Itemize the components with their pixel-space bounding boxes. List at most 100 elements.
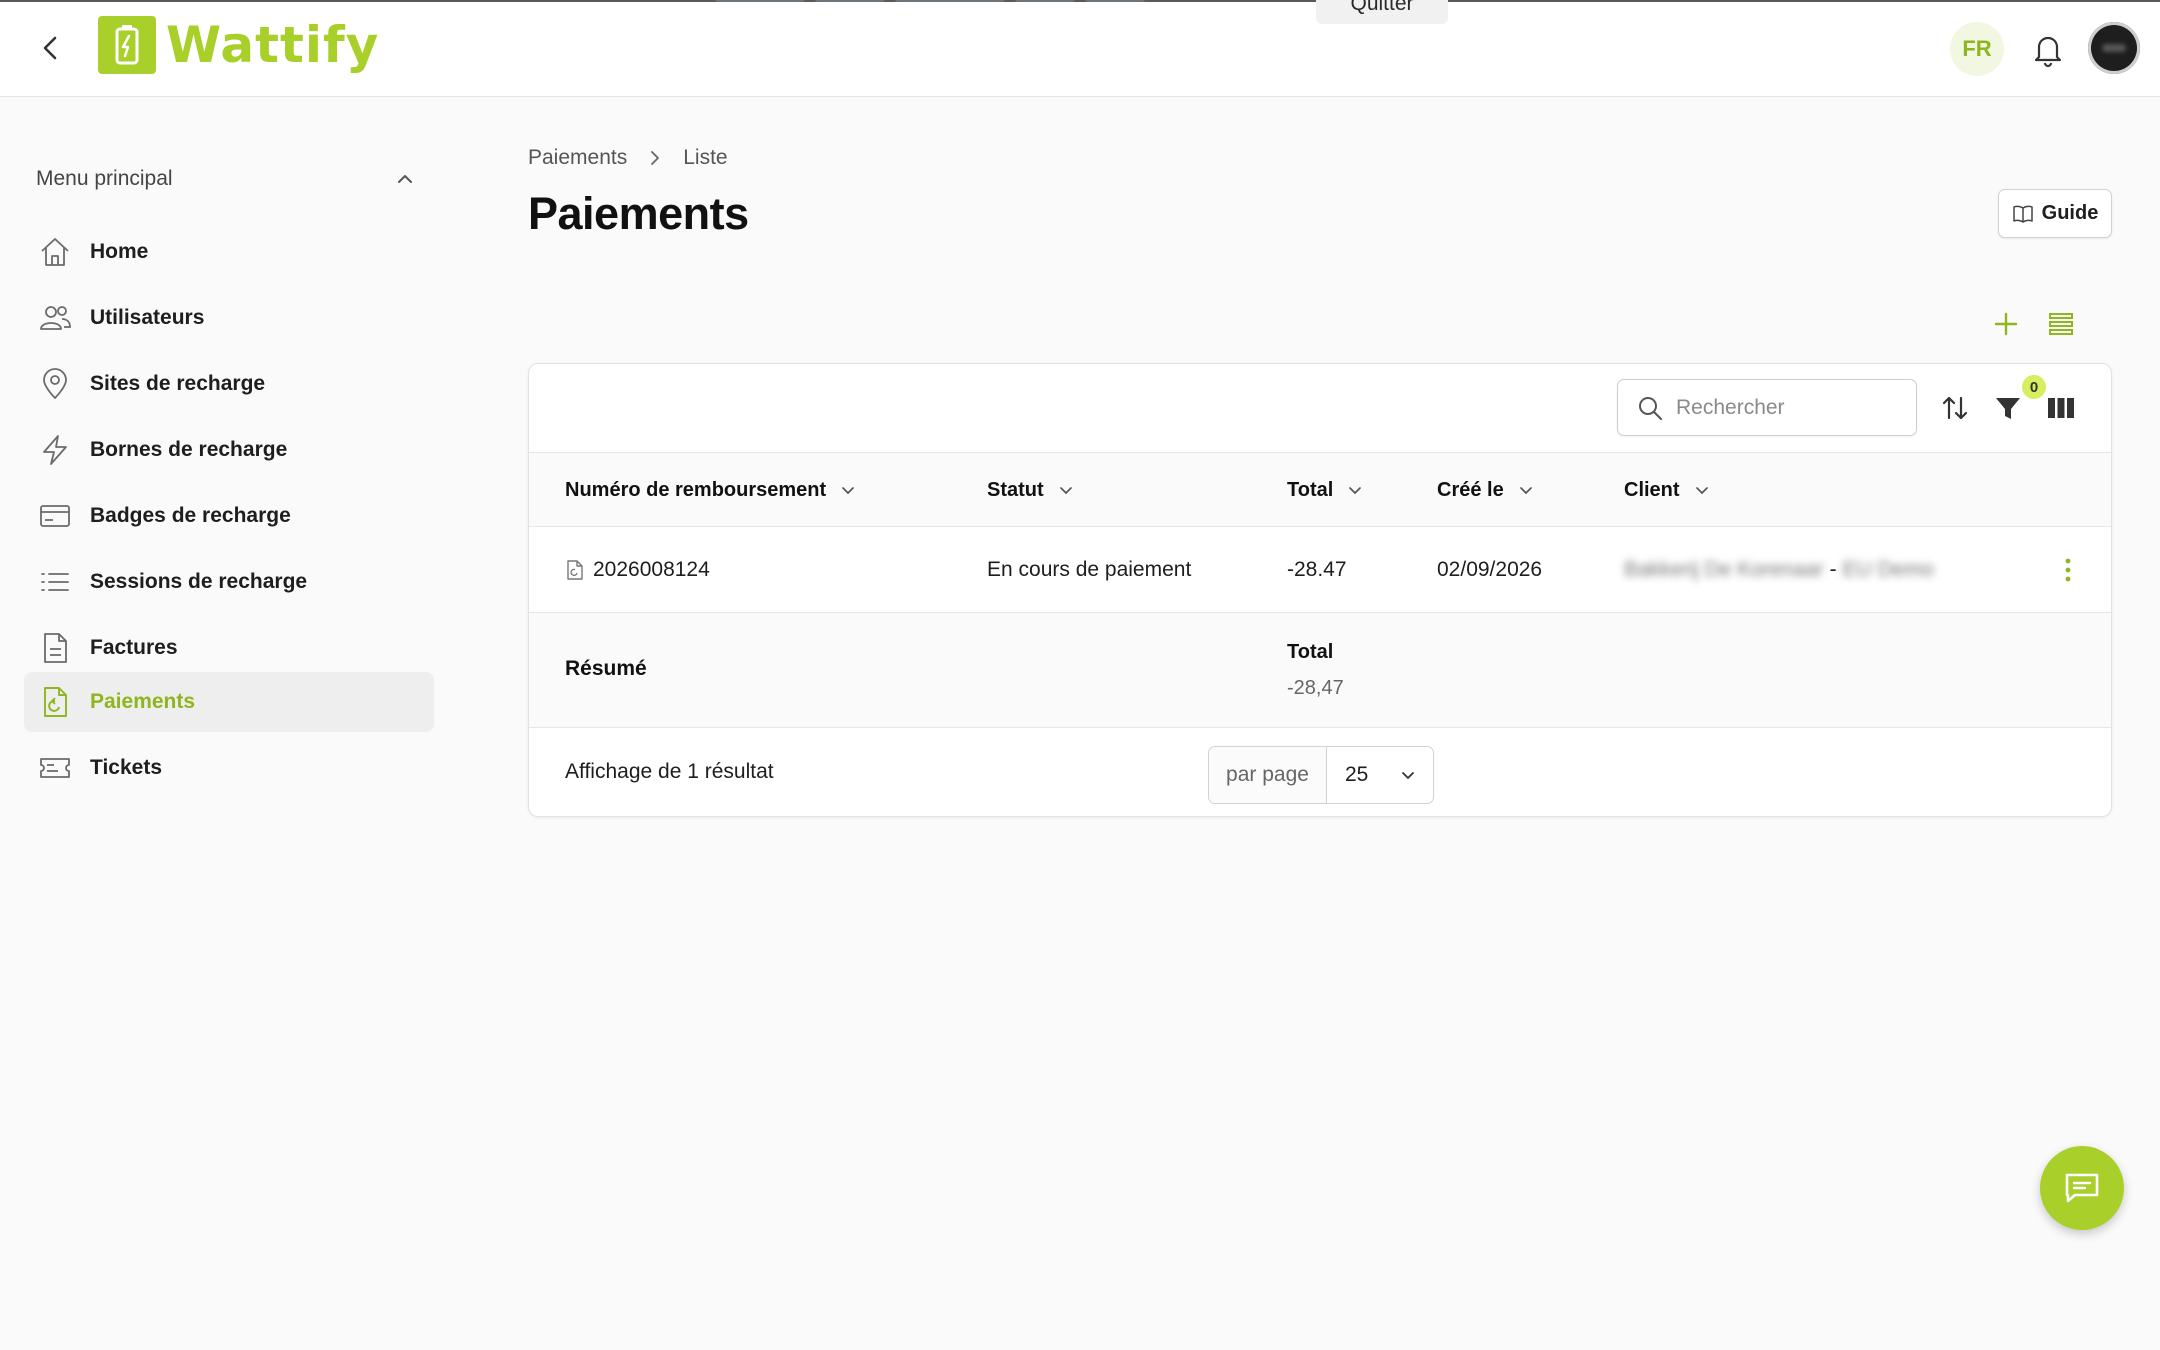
card-icon (36, 497, 74, 535)
chevron-down-icon (1059, 487, 1072, 495)
refund-icon (36, 683, 74, 721)
sidebar: Menu principal Home Utilisateurs Sites d… (0, 98, 460, 1350)
bell-icon (2034, 36, 2062, 68)
refund-document-icon (567, 560, 583, 580)
list-icon (36, 563, 74, 601)
back-button[interactable] (36, 30, 66, 66)
sidebar-item-users[interactable]: Utilisateurs (24, 288, 434, 348)
search-input[interactable] (1676, 395, 1906, 420)
breadcrumb: Paiements Liste (528, 146, 728, 170)
table-toolbar: 0 (529, 364, 2111, 453)
chat-button[interactable] (2040, 1146, 2124, 1230)
sidebar-item-label: Badges de recharge (90, 504, 291, 527)
bolt-icon (36, 431, 74, 469)
column-header-status[interactable]: Statut (987, 453, 1074, 527)
map-pin-icon (36, 365, 74, 403)
sidebar-item-charging-sessions[interactable]: Sessions de recharge (24, 552, 434, 612)
list-view-button[interactable] (2043, 306, 2079, 342)
menu-section-title: Menu principal (36, 167, 173, 190)
cell-created: 02/09/2026 (1437, 558, 1543, 581)
sidebar-item-label: Sessions de recharge (90, 570, 308, 593)
filter-button[interactable] (1990, 390, 2026, 426)
summary-total-label: Total (1287, 641, 1334, 663)
chevron-down-icon (1519, 487, 1532, 495)
payments-table-card: 0 Numéro de remboursement Statut Total C… (528, 363, 2112, 817)
result-count: Affichage de 1 résultat (565, 760, 774, 783)
chevron-down-icon (1349, 487, 1362, 495)
row-actions-button[interactable] (2053, 553, 2083, 587)
column-header-total[interactable]: Total (1287, 453, 1363, 527)
app-name: Wattify (166, 16, 380, 74)
sidebar-item-invoices[interactable]: Factures (24, 618, 434, 678)
per-page-label: par page (1209, 747, 1327, 803)
per-page-select[interactable]: 25 (1327, 747, 1433, 803)
column-header-label: Client (1624, 478, 1680, 501)
menu-section-header[interactable]: Menu principal (36, 164, 416, 194)
refund-number: 2026008124 (593, 558, 710, 581)
sidebar-item-label: Sites de recharge (90, 372, 266, 395)
funnel-icon (1996, 398, 2020, 419)
notifications-button[interactable] (2030, 30, 2066, 68)
quit-button[interactable]: Quitter (1316, 0, 1448, 24)
sidebar-item-charging-sites[interactable]: Sites de recharge (24, 354, 434, 414)
table-header: Numéro de remboursement Statut Total Cré… (529, 453, 2111, 527)
sidebar-item-label: Factures (90, 636, 178, 659)
column-header-created[interactable]: Créé le (1437, 453, 1534, 527)
chevron-right-icon (651, 151, 660, 165)
summary-total-value: -28,47 (1287, 677, 1344, 699)
sidebar-item-home[interactable]: Home (24, 222, 434, 282)
per-page-control: par page 25 (1208, 746, 1434, 804)
add-payment-button[interactable] (1988, 306, 2024, 342)
sidebar-item-payments[interactable]: Paiements (24, 672, 434, 732)
chevron-down-icon (842, 487, 855, 495)
guide-button[interactable]: Guide (1998, 189, 2112, 238)
top-bar: Quitter Wattify FR (0, 0, 2160, 97)
sort-arrows-icon (1942, 396, 1968, 420)
sidebar-item-label: Utilisateurs (90, 306, 205, 329)
cell-status: En cours de paiement (987, 558, 1192, 581)
users-icon (36, 299, 74, 337)
sidebar-item-label: Paiements (90, 690, 196, 713)
app-logo[interactable]: Wattify (98, 16, 379, 74)
columns-button[interactable] (2043, 390, 2079, 426)
column-header-label: Total (1287, 478, 1334, 501)
client-separator: - (1829, 558, 1837, 581)
avatar-initials-blurred (2102, 44, 2126, 52)
column-header-label: Créé le (1437, 478, 1504, 501)
cell-client[interactable]: Bakkerij De Korenaar - EU Demo (1624, 527, 1934, 613)
search-box[interactable] (1617, 379, 1917, 436)
sidebar-item-charging-badges[interactable]: Badges de recharge (24, 486, 434, 546)
home-icon (36, 233, 74, 271)
cell-total: -28.47 (1287, 558, 1347, 581)
more-vertical-icon (2065, 558, 2071, 582)
columns-icon (2048, 398, 2074, 418)
sidebar-item-charging-stations[interactable]: Bornes de recharge (24, 420, 434, 480)
breadcrumb-payments-link[interactable]: Paiements (528, 146, 627, 170)
sort-button[interactable] (1937, 390, 1973, 426)
breadcrumb-current: Liste (683, 146, 728, 169)
table-summary: Résumé Total -28,47 (529, 613, 2111, 728)
sidebar-item-label: Tickets (90, 756, 162, 779)
sidebar-item-tickets[interactable]: Tickets (24, 738, 434, 798)
chat-bubble-icon (2065, 1173, 2099, 1203)
chevron-down-icon (1695, 487, 1708, 495)
column-header-label: Numéro de remboursement (565, 478, 827, 501)
cell-refund-number[interactable]: 2026008124 (565, 527, 710, 613)
chevron-down-icon (1402, 772, 1414, 780)
language-button[interactable]: FR (1950, 22, 2004, 76)
document-icon (36, 629, 74, 667)
guide-label: Guide (2041, 202, 2099, 224)
sidebar-item-label: Bornes de recharge (90, 438, 288, 461)
client-company: EU Demo (1842, 558, 1934, 581)
user-avatar[interactable] (2088, 22, 2140, 74)
column-header-client[interactable]: Client (1624, 453, 1710, 527)
per-page-value: 25 (1345, 763, 1369, 786)
chevron-left-icon (43, 36, 57, 60)
page-title: Paiements (528, 188, 749, 239)
table-row[interactable]: 2026008124 En cours de paiement -28.47 0… (529, 527, 2111, 613)
plus-icon (1994, 312, 2018, 336)
battery-logo-icon (98, 16, 156, 74)
search-icon (1639, 396, 1662, 420)
column-header-refund-number[interactable]: Numéro de remboursement (565, 453, 856, 527)
book-icon (2012, 205, 2033, 223)
